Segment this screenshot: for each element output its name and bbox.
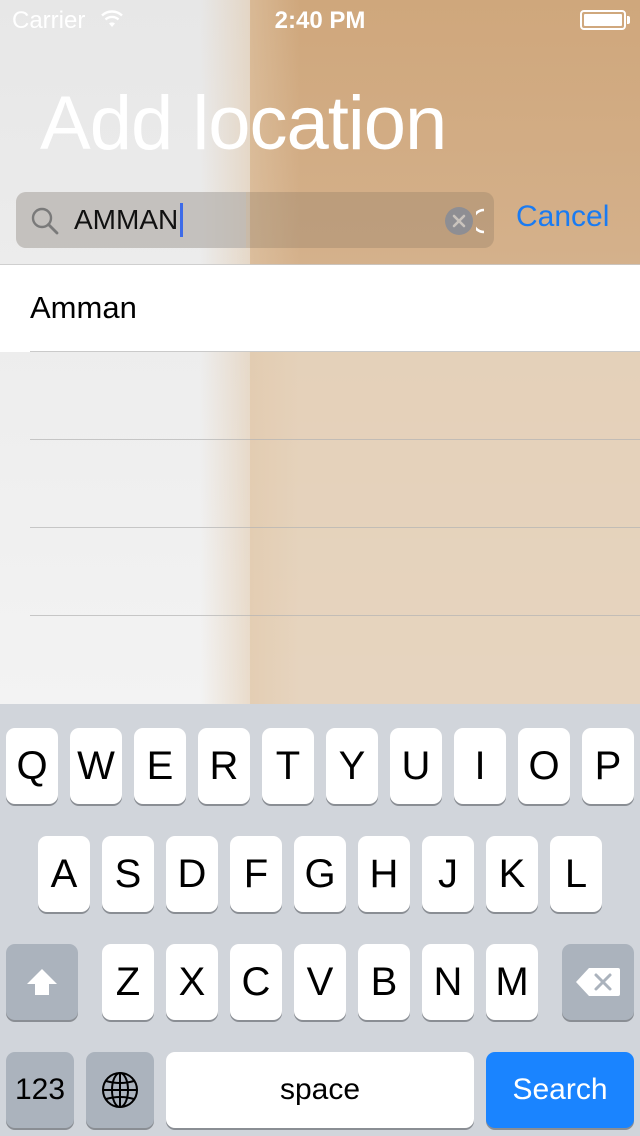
key-l[interactable]: L: [550, 836, 602, 912]
row-separator: [30, 527, 640, 528]
text-caret: [180, 203, 183, 237]
key-n[interactable]: N: [422, 944, 474, 1020]
key-v[interactable]: V: [294, 944, 346, 1020]
row-separator: [30, 351, 640, 352]
key-r[interactable]: R: [198, 728, 250, 804]
row-separator: [30, 439, 640, 440]
search-icon: [31, 207, 59, 235]
backspace-icon: [576, 968, 620, 996]
key-k[interactable]: K: [486, 836, 538, 912]
key-i[interactable]: I: [454, 728, 506, 804]
clear-icon[interactable]: [444, 206, 474, 236]
result-label: Amman: [30, 290, 137, 325]
backspace-key[interactable]: [562, 944, 634, 1020]
key-h[interactable]: H: [358, 836, 410, 912]
shift-icon: [27, 969, 57, 995]
key-o[interactable]: O: [518, 728, 570, 804]
key-d[interactable]: D: [166, 836, 218, 912]
numbers-key[interactable]: 123: [6, 1052, 74, 1128]
activity-spinner-icon: [476, 208, 485, 234]
page-title: Add location: [40, 81, 447, 166]
key-g[interactable]: G: [294, 836, 346, 912]
clock: 2:40 PM: [274, 7, 366, 34]
key-w[interactable]: W: [70, 728, 122, 804]
key-t[interactable]: T: [262, 728, 314, 804]
keyboard: Q W E R T Y U I O P A S D F G H J K L Z …: [0, 704, 640, 1136]
key-q[interactable]: Q: [6, 728, 58, 804]
search-key[interactable]: Search: [486, 1052, 634, 1128]
space-key[interactable]: space: [166, 1052, 474, 1128]
key-c[interactable]: C: [230, 944, 282, 1020]
key-j[interactable]: J: [422, 836, 474, 912]
key-e[interactable]: E: [134, 728, 186, 804]
key-p[interactable]: P: [582, 728, 634, 804]
status-bar: Carrier 2:40 PM: [0, 0, 640, 40]
key-u[interactable]: U: [390, 728, 442, 804]
key-f[interactable]: F: [230, 836, 282, 912]
key-m[interactable]: M: [486, 944, 538, 1020]
globe-icon: [102, 1072, 138, 1108]
key-y[interactable]: Y: [326, 728, 378, 804]
shift-key[interactable]: [6, 944, 78, 1020]
key-s[interactable]: S: [102, 836, 154, 912]
globe-key[interactable]: [86, 1052, 154, 1128]
key-a[interactable]: A: [38, 836, 90, 912]
battery-icon: [580, 10, 626, 30]
search-input[interactable]: [74, 200, 444, 240]
key-z[interactable]: Z: [102, 944, 154, 1020]
row-separator: [30, 615, 640, 616]
key-x[interactable]: X: [166, 944, 218, 1020]
key-b[interactable]: B: [358, 944, 410, 1020]
cancel-button[interactable]: Cancel: [516, 200, 609, 234]
